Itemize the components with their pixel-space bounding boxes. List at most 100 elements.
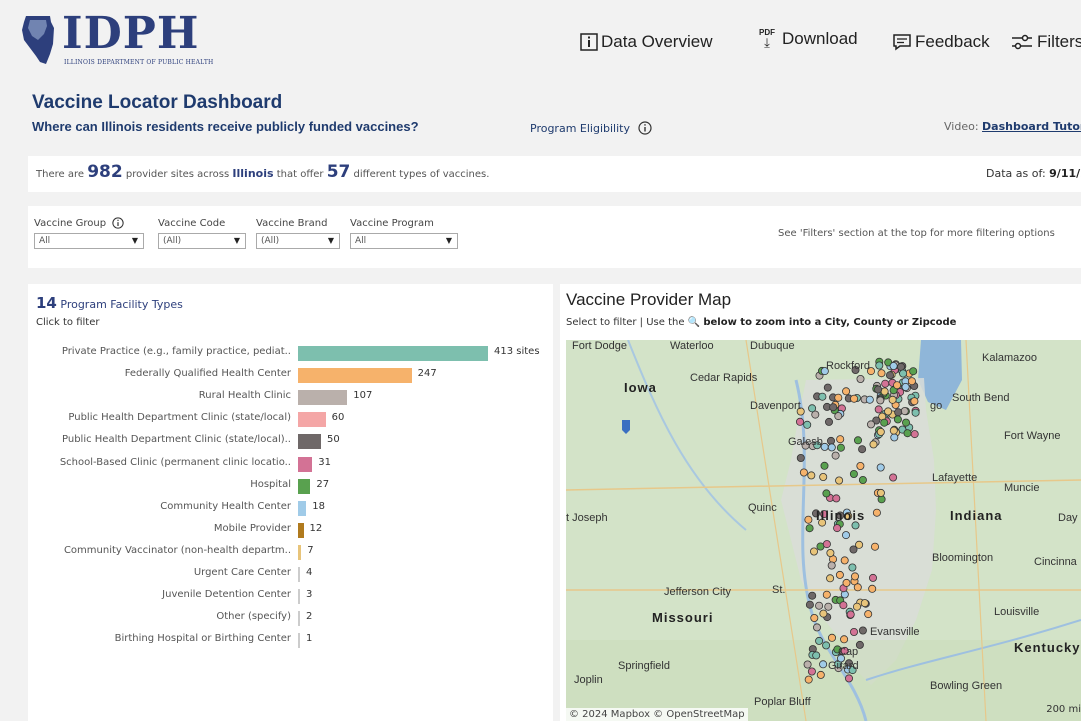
data-overview-button[interactable]: Data Overview	[580, 32, 712, 52]
provider-site-marker[interactable]	[893, 381, 902, 390]
provider-site-marker[interactable]	[868, 573, 877, 582]
vaccine-brand-select[interactable]: (All) ▼	[256, 233, 340, 249]
provider-site-marker[interactable]	[850, 572, 859, 581]
provider-site-marker[interactable]	[822, 641, 831, 650]
facility-type-bar[interactable]	[298, 456, 313, 472]
provider-site-marker[interactable]	[888, 395, 897, 404]
facility-type-bar[interactable]	[298, 633, 300, 649]
provider-site-marker[interactable]	[824, 417, 833, 426]
provider-site-marker[interactable]	[910, 430, 919, 439]
provider-site-marker[interactable]	[819, 609, 828, 618]
provider-site-marker[interactable]	[833, 524, 842, 533]
provider-site-marker[interactable]	[827, 443, 836, 452]
provider-site-marker[interactable]	[885, 371, 894, 380]
provider-site-marker[interactable]	[827, 633, 836, 642]
dashboard-tutorial-link[interactable]: Dashboard Tutor	[982, 120, 1081, 133]
provider-site-marker[interactable]	[910, 397, 919, 406]
provider-site-marker[interactable]	[858, 445, 867, 454]
provider-site-marker[interactable]	[808, 591, 817, 600]
provider-site-marker[interactable]	[795, 417, 804, 426]
idph-logo[interactable]: IDPH ILLINOIS DEPARTMENT OF PUBLIC HEALT…	[14, 8, 224, 68]
provider-site-marker[interactable]	[889, 473, 898, 482]
facility-type-bar[interactable]	[298, 544, 302, 560]
provider-site-marker[interactable]	[840, 556, 849, 565]
provider-site-marker[interactable]	[810, 613, 819, 622]
facility-type-row[interactable]: School-Based Clinic (permanent clinic lo…	[28, 455, 553, 473]
provider-site-marker[interactable]	[826, 436, 835, 445]
provider-site-marker[interactable]	[852, 602, 861, 611]
provider-site-marker[interactable]	[822, 540, 831, 549]
facility-type-row[interactable]: Private Practice (e.g., family practice,…	[28, 344, 553, 362]
facility-type-row[interactable]: Other (specify) 2	[28, 609, 553, 627]
provider-site-marker[interactable]	[842, 578, 851, 587]
provider-site-marker[interactable]	[807, 667, 816, 676]
provider-site-marker[interactable]	[834, 393, 843, 402]
provider-site-marker[interactable]	[875, 361, 884, 370]
provider-site-marker[interactable]	[808, 404, 817, 413]
provider-site-marker[interactable]	[870, 542, 879, 551]
provider-site-marker[interactable]	[860, 599, 869, 608]
provider-site-marker[interactable]	[807, 471, 816, 480]
facility-type-bar[interactable]	[298, 478, 311, 494]
provider-site-marker[interactable]	[884, 407, 893, 416]
filters-button[interactable]: Filters	[1010, 32, 1081, 52]
provider-site-marker[interactable]	[849, 627, 858, 636]
provider-site-marker[interactable]	[839, 601, 848, 610]
provider-site-marker[interactable]	[876, 488, 885, 497]
provider-site-marker[interactable]	[876, 396, 885, 405]
provider-site-marker[interactable]	[835, 570, 844, 579]
facility-type-row[interactable]: Rural Health Clinic 107	[28, 388, 553, 406]
provider-site-marker[interactable]	[826, 574, 835, 583]
facility-type-row[interactable]: Hospital 27	[28, 477, 553, 495]
facility-type-row[interactable]: Birthing Hospital or Birthing Center 1	[28, 631, 553, 649]
provider-site-marker[interactable]	[868, 584, 877, 593]
provider-site-marker[interactable]	[819, 660, 828, 669]
vaccine-program-select[interactable]: All ▼	[350, 233, 458, 249]
provider-site-marker[interactable]	[894, 408, 903, 417]
provider-site-marker[interactable]	[853, 583, 862, 592]
provider-site-marker[interactable]	[909, 367, 918, 376]
facility-type-row[interactable]: Urgent Care Center 4	[28, 565, 553, 583]
provider-site-marker[interactable]	[903, 429, 912, 438]
provider-site-marker[interactable]	[827, 561, 836, 570]
info-circle-icon[interactable]	[638, 121, 652, 135]
provider-site-marker[interactable]	[834, 412, 843, 421]
provider-site-marker[interactable]	[818, 392, 827, 401]
facility-type-bar[interactable]	[298, 611, 300, 627]
provider-site-marker[interactable]	[823, 383, 832, 392]
provider-site-marker[interactable]	[876, 463, 885, 472]
provider-site-marker[interactable]	[835, 476, 844, 485]
provider-site-marker[interactable]	[819, 472, 828, 481]
provider-site-marker[interactable]	[876, 427, 885, 436]
provider-site-marker[interactable]	[805, 600, 814, 609]
provider-site-marker[interactable]	[853, 436, 862, 445]
provider-site-marker[interactable]	[815, 636, 824, 645]
facility-type-bar[interactable]	[298, 412, 326, 428]
facility-type-row[interactable]: Juvenile Detention Center 3	[28, 587, 553, 605]
provider-site-marker[interactable]	[874, 385, 883, 394]
facility-type-row[interactable]: Community Vaccinator (non-health departm…	[28, 543, 553, 561]
info-circle-icon[interactable]	[112, 217, 124, 229]
facility-type-bar[interactable]	[298, 567, 300, 582]
facility-type-row[interactable]: Community Health Center 18	[28, 499, 553, 517]
provider-site-marker[interactable]	[889, 426, 898, 435]
provider-site-marker[interactable]	[840, 635, 849, 644]
provider-site-marker[interactable]	[856, 462, 865, 471]
provider-site-marker[interactable]	[907, 377, 916, 386]
provider-site-marker[interactable]	[841, 531, 850, 540]
provider-site-marker[interactable]	[836, 435, 845, 444]
provider-site-marker[interactable]	[864, 610, 873, 619]
facility-type-row[interactable]: Federally Qualified Health Center 247	[28, 366, 553, 384]
provider-site-marker[interactable]	[880, 387, 889, 396]
provider-site-marker[interactable]	[899, 369, 908, 378]
provider-site-marker[interactable]	[826, 548, 835, 557]
provider-site-marker[interactable]	[872, 508, 881, 517]
provider-site-marker[interactable]	[831, 451, 840, 460]
provider-site-marker[interactable]	[809, 547, 818, 556]
provider-site-marker[interactable]	[846, 610, 855, 619]
provider-site-marker[interactable]	[803, 660, 812, 669]
provider-site-marker[interactable]	[874, 405, 883, 414]
provider-site-marker[interactable]	[824, 602, 833, 611]
provider-site-marker[interactable]	[836, 443, 845, 452]
provider-site-marker[interactable]	[849, 469, 858, 478]
